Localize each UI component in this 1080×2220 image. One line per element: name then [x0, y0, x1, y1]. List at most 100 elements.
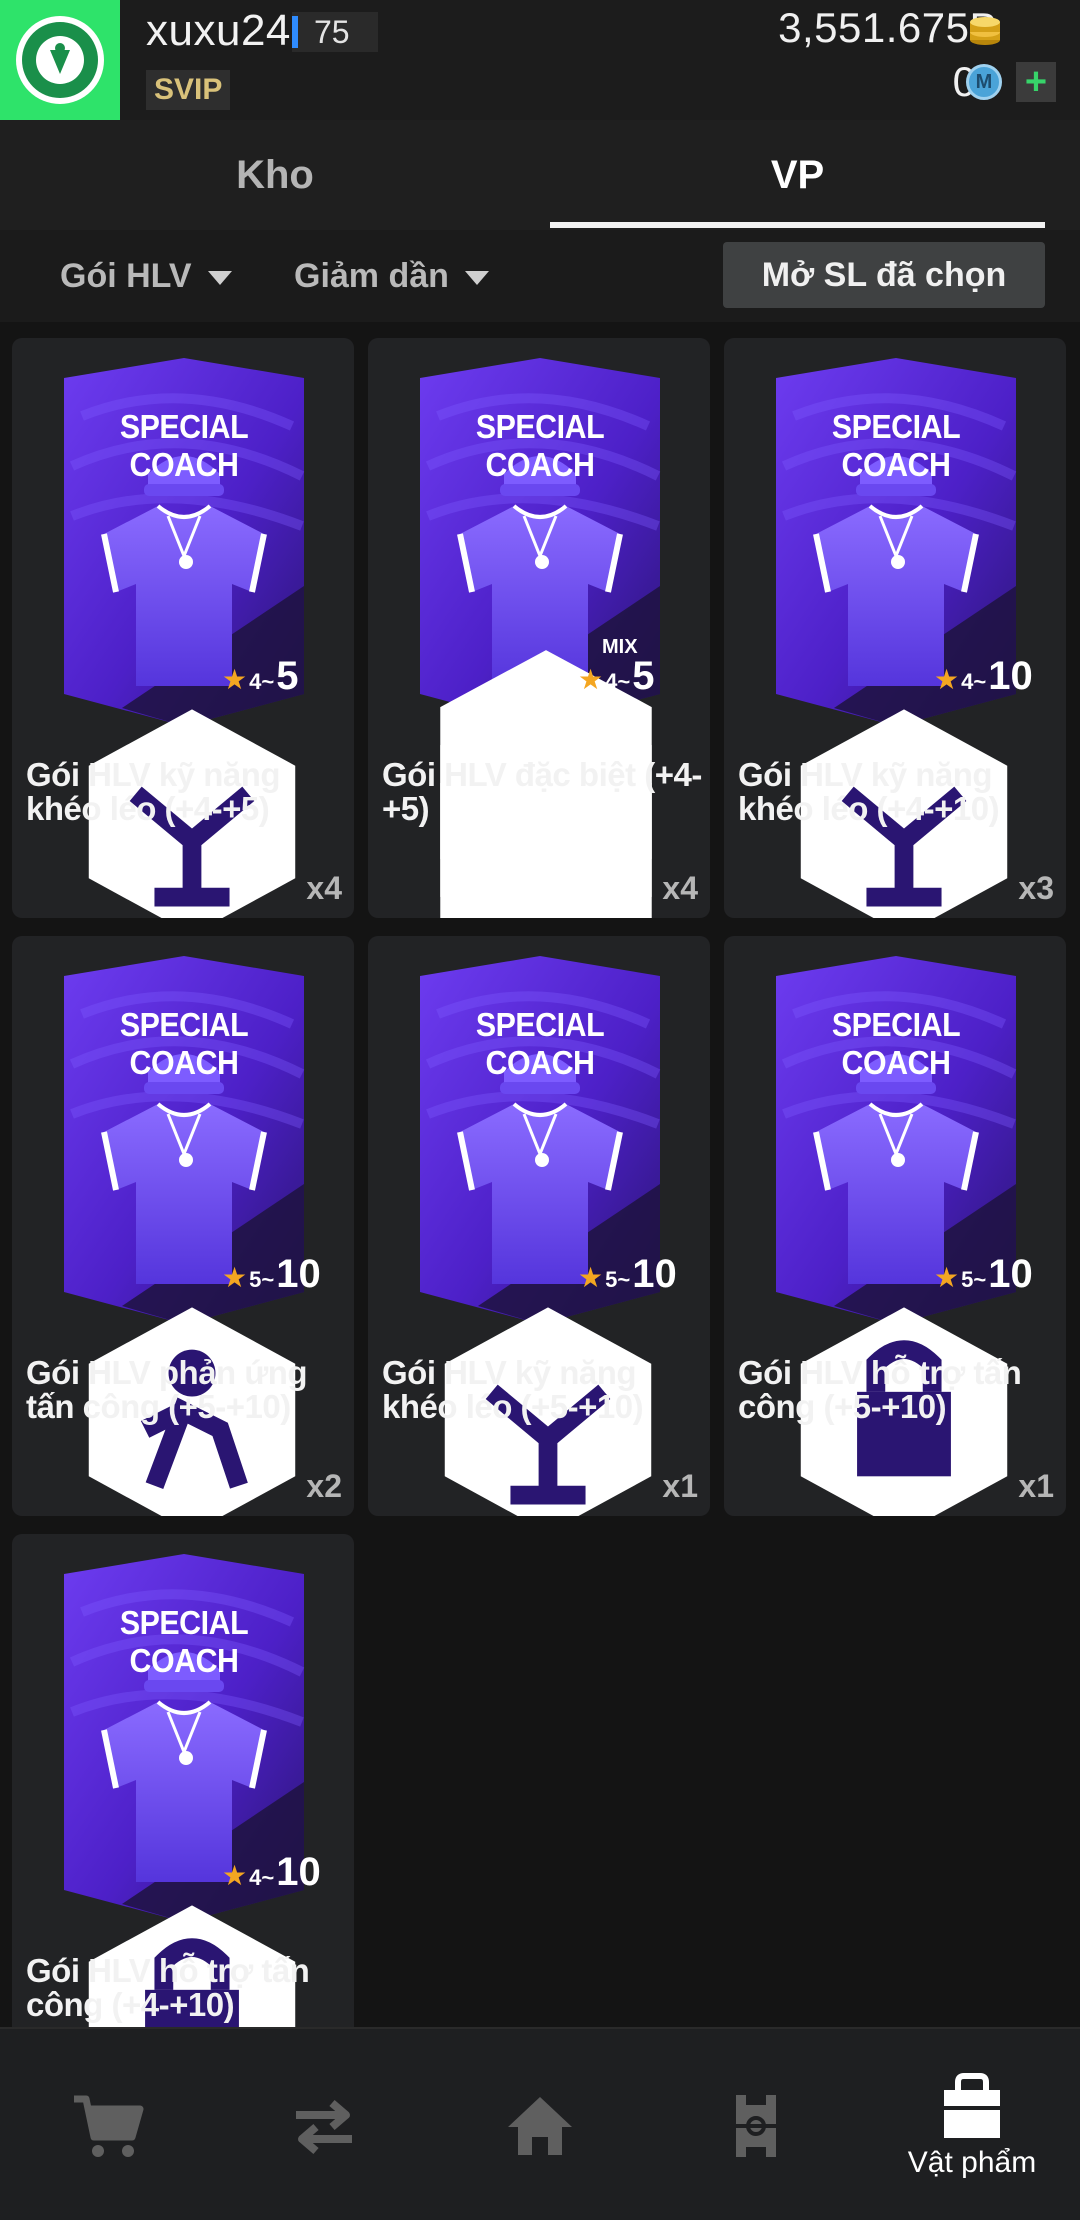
caret-down-icon	[207, 271, 232, 285]
pack-name: Gói HLV hỗ trợ tấn công (+5-+10)	[738, 1354, 1022, 1425]
skill-icon	[782, 636, 1008, 918]
tab-vp[interactable]: VP	[550, 120, 1045, 230]
pack-art-title: SPECIAL COACH	[119, 1604, 249, 1679]
pack-quantity: x1	[1018, 1468, 1054, 1504]
level-range: ★ 4~ 10	[934, 654, 1033, 699]
pack-name: Gói HLV kỹ năng khéo léo (+4-+5)	[26, 756, 281, 827]
tab-kho[interactable]: Kho	[0, 120, 550, 230]
level-range: ★ 4~ 5	[222, 654, 298, 699]
nav-transfer[interactable]	[216, 2029, 432, 2220]
coin-balance: 3,551.675B	[778, 4, 998, 51]
range-low: 4~	[605, 669, 631, 694]
pack-quantity: x4	[306, 870, 342, 906]
range-low: 5~	[961, 1267, 987, 1292]
range-high: 10	[632, 1252, 677, 1296]
add-m-coin-button[interactable]: +	[1016, 62, 1056, 102]
range-low: 4~	[249, 1865, 275, 1890]
pack-card[interactable]: SPECIAL COACH ★ 5~ 10 Gói HLV kỹ năng kh…	[368, 936, 710, 1516]
pack-card[interactable]: SPECIAL COACH ★ 5~ 10 Gói HLV phản ứng t…	[12, 936, 354, 1516]
support-icon	[782, 1234, 1008, 1516]
sort-label: Giảm dần	[294, 256, 449, 295]
shop-cart-icon	[74, 2095, 144, 2157]
reaction-icon	[70, 1234, 296, 1516]
level-range: ★ 5~ 10	[578, 1252, 677, 1297]
pack-art-title: SPECIAL COACH	[831, 1006, 961, 1081]
pack-card[interactable]: SPECIAL COACH ★ 5~ 10 Gói HLV hỗ trợ tấn…	[724, 936, 1066, 1516]
pack-card[interactable]: SPECIAL COACH ★ 4~ 10 Gói HLV kỹ năng kh…	[724, 338, 1066, 918]
support-icon	[70, 1832, 296, 2027]
category-icon	[424, 578, 652, 878]
open-selected-button[interactable]: Mở SL đã chọn	[723, 242, 1045, 308]
range-high: 5	[632, 654, 655, 698]
star-icon: ★	[222, 664, 248, 695]
filter-bar: Gói HLV Giảm dần Mở SL đã chọn	[0, 230, 1080, 322]
star-icon: ★	[578, 1262, 604, 1293]
pack-name: Gói HLV hỗ trợ tấn công (+4-+10)	[26, 1952, 310, 2023]
level-bar	[292, 16, 298, 48]
range-high: 5	[276, 654, 299, 698]
pack-card[interactable]: SPECIAL COACH MIX ★ 4~ 5 Gói HLV đặc biệ…	[368, 338, 710, 918]
home-icon	[508, 2096, 572, 2155]
star-icon: ★	[222, 1860, 248, 1891]
level-badge: 75	[292, 12, 378, 52]
pack-art: SPECIAL COACH ★ 4~ 5	[62, 356, 306, 918]
multi-category-icons	[424, 578, 652, 918]
level-range: ★ 4~ 10	[222, 1850, 321, 1895]
bottom-navigation: Vật phẩm	[0, 2027, 1080, 2220]
pack-grid: SPECIAL COACH ★ 4~ 5 Gói HLV kỹ năng khé…	[0, 322, 1080, 2027]
pack-name: Gói HLV kỹ năng khéo léo (+4-+10)	[738, 756, 1000, 827]
pack-art: SPECIAL COACH MIX ★ 4~ 5	[418, 356, 662, 918]
pack-card[interactable]: SPECIAL COACH ★ 4~ 5 Gói HLV kỹ năng khé…	[12, 338, 354, 918]
pack-quantity: x4	[662, 870, 698, 906]
club-logo[interactable]	[0, 0, 120, 120]
nav-items[interactable]: Vật phẩm	[864, 2029, 1080, 2220]
sort-dropdown[interactable]: Giảm dần	[294, 230, 489, 322]
items-bag-icon	[944, 2072, 1000, 2138]
top-header: xuxu24 75 SVIP 3,551.675B 0 M +	[0, 0, 1080, 120]
level-range: ★ 4~ 5	[578, 654, 654, 699]
pack-art-title: SPECIAL COACH	[831, 408, 961, 483]
star-icon: ★	[578, 664, 604, 695]
range-high: 10	[276, 1850, 321, 1894]
skill-icon	[426, 1234, 652, 1516]
category-icon	[424, 616, 652, 916]
club-crest-icon	[16, 16, 104, 104]
pack-art-title: SPECIAL COACH	[119, 408, 249, 483]
range-high: 10	[988, 654, 1033, 698]
star-icon: ★	[934, 664, 960, 695]
range-low: 5~	[605, 1267, 631, 1292]
username: xuxu24	[146, 6, 291, 55]
caret-down-icon	[464, 271, 489, 285]
level-range: ★ 5~ 10	[222, 1252, 321, 1297]
pack-card[interactable]: SPECIAL COACH ★ 4~ 10 Gói HLV hỗ trợ tấn…	[12, 1534, 354, 2027]
nav-home[interactable]	[432, 2029, 648, 2220]
pack-art: SPECIAL COACH ★ 4~ 10	[774, 356, 1033, 918]
coin-stack-icon	[970, 17, 1000, 45]
pack-art-title: SPECIAL COACH	[119, 1006, 249, 1081]
squad-pitch-icon	[736, 2094, 776, 2157]
range-high: 10	[988, 1252, 1033, 1296]
pack-art: SPECIAL COACH ★ 5~ 10	[418, 954, 677, 1516]
range-high: 10	[276, 1252, 321, 1296]
nav-shop[interactable]	[0, 2029, 216, 2220]
range-low: 4~	[961, 669, 987, 694]
pack-quantity: x3	[1018, 870, 1054, 906]
tab-bar: Kho VP	[0, 120, 1080, 230]
pack-name: Gói HLV kỹ năng khéo léo (+5-+10)	[382, 1354, 644, 1425]
skill-icon	[70, 636, 296, 918]
range-low: 5~	[249, 1267, 275, 1292]
category-icon	[424, 654, 652, 918]
pack-quantity: x1	[662, 1468, 698, 1504]
nav-items-label: Vật phẩm	[907, 2145, 1037, 2179]
pack-art-title: SPECIAL COACH	[475, 408, 605, 483]
pack-name: Gói HLV phản ứng tấn công (+5-+10)	[26, 1354, 308, 1425]
type-filter-dropdown[interactable]: Gói HLV	[60, 230, 232, 322]
nav-squad[interactable]	[648, 2029, 864, 2220]
level-number: 75	[314, 13, 350, 50]
vip-badge: SVIP	[146, 70, 231, 110]
transfer-arrows-icon	[296, 2099, 352, 2154]
pack-art: SPECIAL COACH ★ 5~ 10	[774, 954, 1033, 1516]
m-coin-icon: M	[966, 64, 1002, 100]
pack-art: SPECIAL COACH ★ 5~ 10	[62, 954, 321, 1516]
pack-quantity: x2	[306, 1468, 342, 1504]
